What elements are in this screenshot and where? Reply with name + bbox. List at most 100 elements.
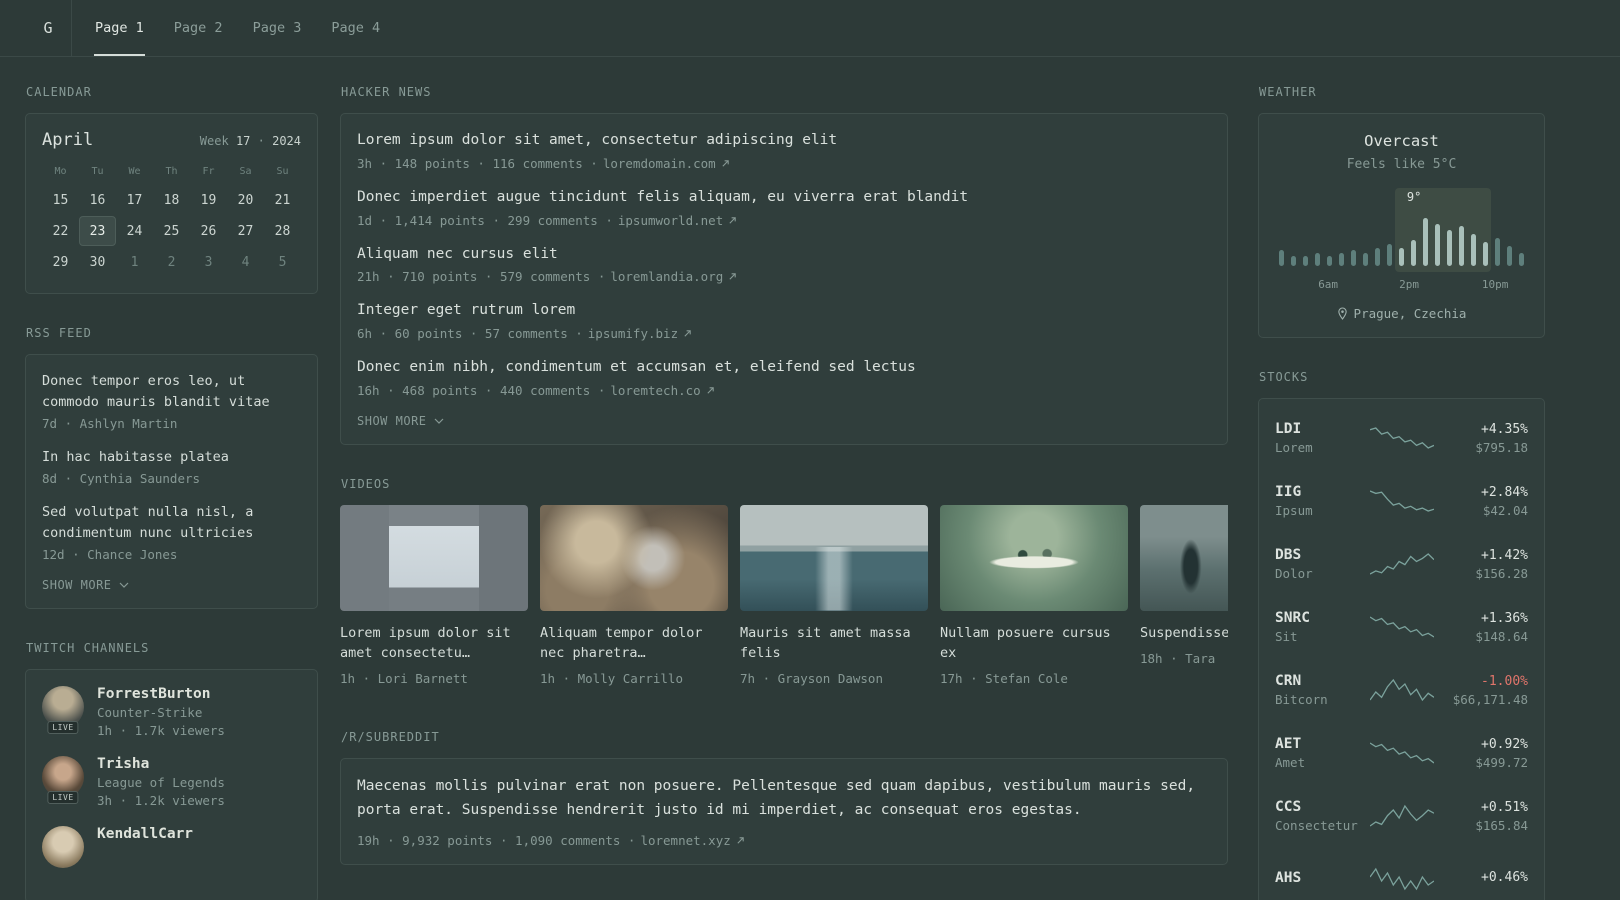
stock-ticker[interactable]: AET xyxy=(1275,736,1367,752)
video-thumbnail[interactable] xyxy=(1140,504,1228,611)
twitch-channel-info: ForrestBurton Counter-Strike 1h · 1.7k v… xyxy=(97,686,225,738)
stock-price: $66,171.48 xyxy=(1452,691,1528,707)
stock-sparkline xyxy=(1367,677,1436,703)
hn-item-domain-link[interactable]: loremdomain.com xyxy=(603,156,716,171)
video-card: Mauris sit amet massa felis 7h · Grayson… xyxy=(740,504,928,686)
tab-page-1[interactable]: Page 1 xyxy=(94,0,145,56)
stock-ticker[interactable]: CRN xyxy=(1275,673,1367,689)
weather-bar xyxy=(1302,256,1308,266)
tab-page-4[interactable]: Page 4 xyxy=(330,0,381,56)
stock-ticker[interactable]: LDI xyxy=(1275,421,1367,437)
hn-item-domain-link[interactable]: loremtech.co xyxy=(610,383,700,398)
calendar-day: 20 xyxy=(237,192,254,208)
video-thumbnail[interactable] xyxy=(540,504,728,611)
rss-item-title[interactable]: In hac habitasse platea xyxy=(42,447,301,468)
calendar-dow-label: We xyxy=(128,166,141,177)
subreddit-post-title[interactable]: Maecenas mollis pulvinar erat non posuer… xyxy=(357,775,1211,823)
weather-bar xyxy=(1471,234,1477,266)
hn-item-title[interactable]: Integer eget rutrum lorem xyxy=(357,300,1211,322)
weather-bar xyxy=(1447,230,1453,266)
weather-bar xyxy=(1483,242,1489,266)
twitch-channel-name[interactable]: ForrestBurton xyxy=(97,686,225,702)
hn-item: Donec imperdiet augue tincidunt felis al… xyxy=(357,187,1211,228)
calendar-day: 19 xyxy=(200,192,217,208)
week-word: Week xyxy=(199,134,229,148)
video-card: Lorem ipsum dolor sit amet consectetu… 1… xyxy=(340,504,528,687)
avatar[interactable] xyxy=(42,825,84,868)
calendar-day: 2 xyxy=(167,254,176,270)
stock-name: Lorem xyxy=(1275,440,1313,455)
hn-item-title[interactable]: Donec enim nibh, condimentum et accumsan… xyxy=(357,357,1211,379)
video-title[interactable]: Suspendisse diam xyxy=(1140,623,1228,643)
tab-page-2[interactable]: Page 2 xyxy=(173,0,224,56)
video-thumbnail[interactable] xyxy=(940,504,1128,611)
avatar[interactable]: LIVE xyxy=(42,685,84,734)
rss-item-title[interactable]: Sed volutpat nulla nisl, a condimentum n… xyxy=(42,502,301,544)
stock-ticker[interactable]: DBS xyxy=(1275,547,1367,563)
subreddit-domain-link[interactable]: loremnet.xyz xyxy=(640,833,730,848)
chevron-down-icon xyxy=(119,582,128,588)
hn-show-more-button[interactable]: SHOW MORE xyxy=(357,414,1211,428)
video-title[interactable]: Nullam posuere cursus ex xyxy=(940,623,1128,664)
twitch-channel-name[interactable]: Trisha xyxy=(97,756,225,772)
stock-ticker[interactable]: CCS xyxy=(1275,799,1367,815)
stock-values: +0.92% $499.72 xyxy=(1436,737,1528,770)
hn-item-meta: 1d · 1,414 points · 299 comments · ipsum… xyxy=(357,213,1211,228)
hn-item-meta: 21h · 710 points · 579 comments · loreml… xyxy=(357,269,1211,284)
calendar-header: April Week 17 · 2024 xyxy=(42,130,301,150)
hn-item-title[interactable]: Lorem ipsum dolor sit amet, consectetur … xyxy=(357,130,1211,152)
weather-bar xyxy=(1290,256,1296,266)
video-thumbnail[interactable] xyxy=(340,504,528,611)
twitch-channel-name[interactable]: KendallCarr xyxy=(97,826,193,842)
video-thumbnail[interactable] xyxy=(740,504,928,611)
video-meta: 1h · Molly Carrillo xyxy=(540,671,683,687)
top-nav: G Page 1 Page 2 Page 3 Page 4 xyxy=(0,0,1620,57)
stock-ticker[interactable]: SNRC xyxy=(1275,610,1367,626)
avatar[interactable]: LIVE xyxy=(42,755,84,804)
stock-info: AHS xyxy=(1275,870,1367,889)
twitch-channel-game: Counter-Strike xyxy=(97,704,203,720)
stock-values: +4.35% $795.18 xyxy=(1436,422,1528,455)
stocks-card: LDI Lorem +4.35% $795.18 IIG Ipsum +2.84… xyxy=(1258,398,1545,900)
calendar-day: 1 xyxy=(130,254,139,270)
hn-item-title[interactable]: Donec imperdiet augue tincidunt felis al… xyxy=(357,187,1211,209)
video-meta: 18h · Tara xyxy=(1140,651,1216,666)
app-logo[interactable]: G xyxy=(25,0,72,56)
twitch-card: LIVE ForrestBurton Counter-Strike 1h · 1… xyxy=(25,668,318,900)
stock-sparkline xyxy=(1367,866,1436,892)
stock-info: LDI Lorem xyxy=(1275,421,1367,455)
hn-item: Donec enim nibh, condimentum et accumsan… xyxy=(357,357,1211,398)
stock-info: SNRC Sit xyxy=(1275,610,1367,644)
stock-row: CRN Bitcorn -1.00% $66,171.48 xyxy=(1275,667,1528,713)
rss-show-more-button[interactable]: SHOW MORE xyxy=(42,578,301,592)
weather-bar xyxy=(1423,218,1429,266)
stock-info: CCS Consectetur xyxy=(1275,799,1367,833)
video-title[interactable]: Aliquam tempor dolor nec pharetra… xyxy=(540,623,728,664)
subreddit-card: Maecenas mollis pulvinar erat non posuer… xyxy=(340,758,1228,866)
tab-page-3[interactable]: Page 3 xyxy=(252,0,303,56)
twitch-channel-info: Trisha League of Legends 3h · 1.2k viewe… xyxy=(97,756,225,808)
hn-item-domain-link[interactable]: ipsumworld.net xyxy=(618,213,723,228)
stock-info: CRN Bitcorn xyxy=(1275,673,1367,707)
stock-values: +0.51% $165.84 xyxy=(1436,800,1528,833)
video-title[interactable]: Lorem ipsum dolor sit amet consectetu… xyxy=(340,623,528,664)
weather-tick: 2pm xyxy=(1399,278,1420,291)
weather-chart: 9° xyxy=(1275,188,1528,272)
stock-change: +0.51% xyxy=(1481,799,1528,815)
hacker-news-card: Lorem ipsum dolor sit amet, consectetur … xyxy=(340,113,1228,445)
stock-values: +1.42% $156.28 xyxy=(1436,548,1528,581)
live-badge: LIVE xyxy=(47,720,79,734)
hn-item-title[interactable]: Aliquam nec cursus elit xyxy=(357,244,1211,266)
weather-bar xyxy=(1374,248,1380,266)
stock-ticker[interactable]: IIG xyxy=(1275,484,1367,500)
stock-info: AET Amet xyxy=(1275,736,1367,770)
rss-item-title[interactable]: Donec tempor eros leo, ut commodo mauris… xyxy=(42,371,301,413)
hn-item-domain-link[interactable]: ipsumify.biz xyxy=(588,326,678,341)
calendar-day: 3 xyxy=(204,254,213,270)
video-meta: 1h · Lori Barnett xyxy=(340,671,468,687)
calendar-day: 16 xyxy=(89,192,106,208)
stock-ticker[interactable]: AHS xyxy=(1275,870,1367,886)
hn-item-domain-link[interactable]: loremlandia.org xyxy=(610,269,723,284)
video-title[interactable]: Mauris sit amet massa felis xyxy=(740,623,928,664)
stock-change: +4.35% xyxy=(1481,421,1528,437)
